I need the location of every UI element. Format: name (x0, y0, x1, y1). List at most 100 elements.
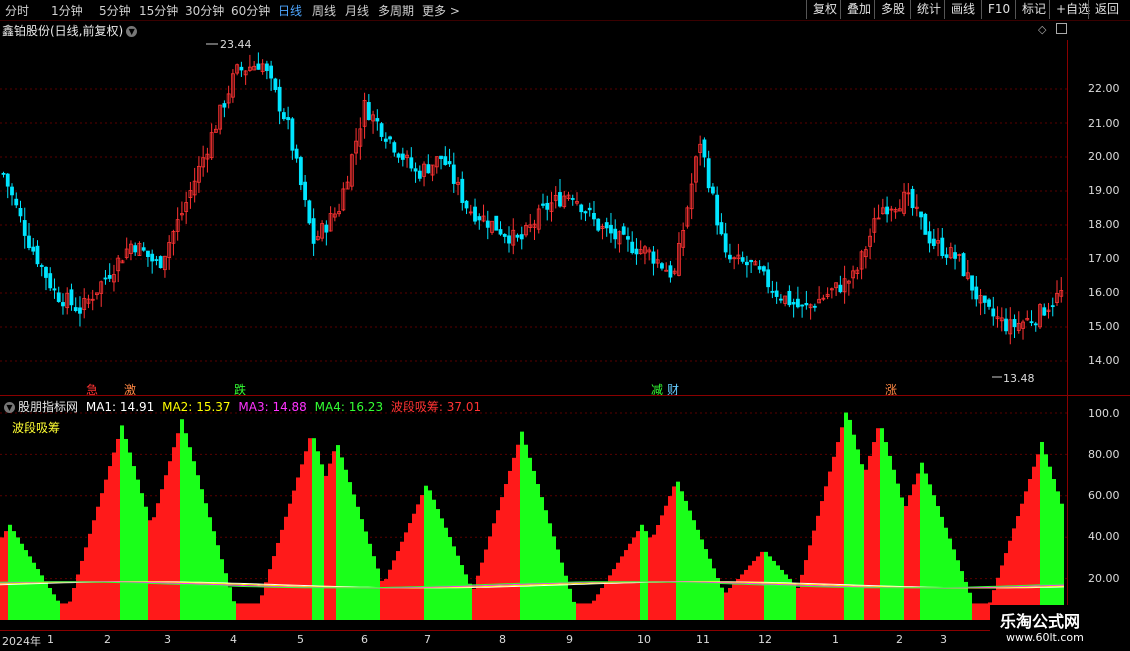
candle-body (409, 157, 414, 169)
price-tick: 20.00 (1088, 150, 1120, 163)
indicator-bar (548, 523, 552, 620)
candle-body (396, 153, 401, 158)
indicator-bar (688, 510, 692, 620)
candle-body (256, 63, 261, 70)
candle-body (460, 178, 465, 203)
indicator-bar (364, 531, 368, 620)
indicator-bar (360, 519, 364, 620)
candle-body (740, 257, 745, 262)
indicator-bar (532, 470, 536, 620)
indicator-bar (852, 434, 856, 620)
indicator-bar (244, 603, 248, 620)
indicator-bar (192, 461, 196, 620)
candle-body (596, 218, 601, 231)
indicator-bar (260, 595, 264, 620)
candle-body (1033, 323, 1038, 326)
indicator-bar (268, 569, 272, 620)
indicator-bar (824, 486, 828, 620)
indicator-bar (36, 569, 40, 620)
month-label: 10 (637, 633, 651, 646)
indicator-bar (336, 445, 340, 620)
indicator-bar (44, 581, 48, 620)
candle-body (498, 229, 503, 235)
candle-body (388, 136, 392, 140)
indicator-bar (928, 484, 932, 620)
indicator-bar (568, 588, 572, 620)
candle-body (570, 198, 575, 200)
indicator-bar (772, 560, 776, 620)
pane-separator (0, 395, 1130, 396)
candle-body (290, 118, 295, 151)
chart-canvas[interactable] (0, 0, 1130, 650)
indicator-bar (656, 525, 660, 620)
indicator-bar (768, 556, 772, 620)
price-tick: 15.00 (1088, 320, 1120, 333)
indicator-tick: 20.00 (1088, 572, 1120, 585)
candle-body (107, 274, 112, 279)
indicator-bar (188, 447, 192, 620)
indicator-bar (116, 438, 120, 620)
indicator-bar (828, 471, 832, 620)
indicator-bar (132, 466, 136, 620)
chevron-down-icon[interactable]: ▼ (4, 402, 15, 413)
indicator-bar (472, 588, 476, 620)
candle-body (931, 238, 936, 246)
candle-body (1050, 305, 1055, 308)
candle-body (609, 224, 613, 234)
price-tick: 17.00 (1088, 252, 1120, 265)
indicator-bar (808, 545, 812, 620)
indicator-bar (744, 569, 748, 620)
indicator-bar (588, 603, 592, 620)
indicator-bar (496, 510, 500, 620)
ma4-label: MA4: (314, 400, 345, 414)
indicator-bar (416, 504, 420, 620)
candle-body (103, 277, 108, 280)
candle-body (1004, 318, 1008, 332)
indicator-bar (228, 587, 232, 620)
candle-body (770, 290, 775, 293)
indicator-bar (976, 603, 980, 620)
candle-body (507, 235, 511, 244)
indicator-bar (348, 482, 352, 620)
indicator-bar (792, 583, 796, 620)
indicator-bar (816, 515, 820, 620)
candle-body (991, 308, 996, 317)
indicator-bar (1024, 491, 1028, 620)
indicator-bar (424, 485, 428, 620)
indicator-bar (520, 431, 524, 620)
candle-body (366, 102, 371, 121)
candle-body (502, 234, 507, 237)
indicator-bar (468, 583, 472, 620)
price-tick: 18.00 (1088, 218, 1120, 231)
candle-body (154, 259, 159, 261)
indicator-bar (980, 603, 984, 620)
candle-body (400, 153, 405, 160)
indicator-bar (720, 587, 724, 620)
watermark-url: www.60lt.com (1006, 631, 1084, 644)
indicator-bar (708, 558, 712, 620)
candle-body (294, 148, 299, 159)
candle-body (69, 289, 74, 306)
candle-body (375, 118, 380, 122)
indicator-bar (100, 493, 104, 620)
indicator-bar (52, 594, 56, 620)
indicator-bar (592, 600, 596, 620)
indicator-bar (1032, 466, 1036, 620)
candle-body (439, 155, 443, 160)
indicator-bar (344, 469, 348, 620)
candle-body (761, 266, 766, 272)
indicator-bar (28, 556, 32, 620)
indicator-bar (12, 531, 16, 620)
candle-body (1012, 319, 1017, 328)
indicator-bar (392, 560, 396, 620)
indicator-bar (676, 481, 680, 620)
ma3-label: MA3: (238, 400, 269, 414)
candle-body (150, 253, 155, 262)
candle-body (944, 254, 949, 258)
indicator-bar (164, 475, 168, 620)
indicator-bar (236, 603, 240, 620)
candle-body (286, 117, 291, 121)
indicator-bar (876, 428, 880, 620)
indicator-bar (872, 442, 876, 620)
candle-body (18, 208, 23, 217)
